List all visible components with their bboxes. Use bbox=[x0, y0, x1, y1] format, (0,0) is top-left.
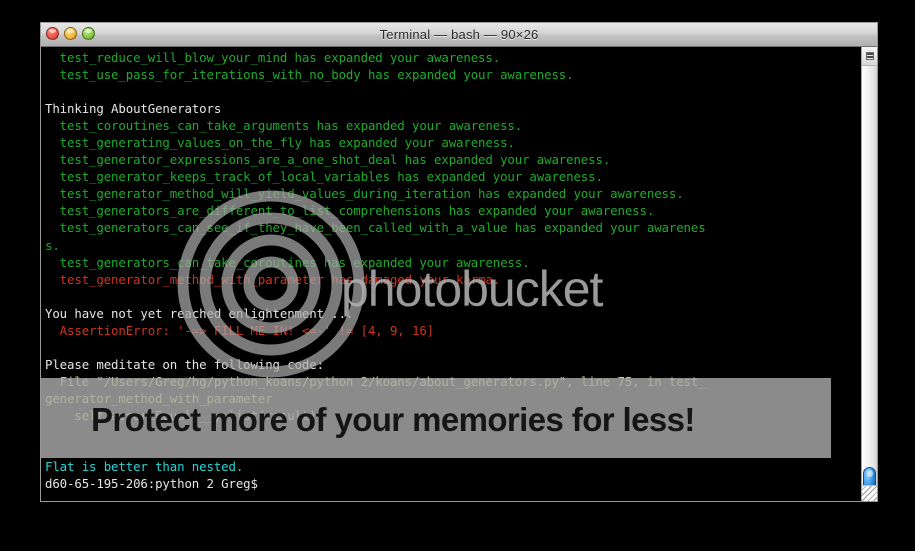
terminal-line: test_generators_can_take_coroutines has … bbox=[45, 254, 530, 270]
terminal-line: File "/Users/Greg/hg/python_koans/python… bbox=[45, 373, 706, 389]
terminal-line: test_reduce_will_blow_your_mind has expa… bbox=[45, 50, 501, 65]
terminal-output-area[interactable]: test_reduce_will_blow_your_mind has expa… bbox=[41, 47, 877, 501]
terminal-line: d60-65-195-206:python 2 Greg$ bbox=[45, 476, 258, 492]
scrollbar-mode-icon bbox=[865, 52, 874, 60]
terminal-window[interactable]: Terminal — bash — 90×26 test_reduce_will… bbox=[40, 22, 878, 502]
terminal-line: generator_method_with_parameter bbox=[45, 390, 273, 406]
terminal-line: test_generator_method_with_parameter has… bbox=[45, 271, 501, 287]
terminal-line: test_generators_can_see_if_they_have_bee… bbox=[45, 220, 706, 236]
terminal-line: test_generators_are_different_to_list_co… bbox=[45, 203, 655, 219]
terminal-line: Please meditate on the following code: bbox=[45, 356, 324, 372]
terminal-line: You have not yet reached enlightenment .… bbox=[45, 305, 354, 321]
window-controls bbox=[46, 27, 95, 40]
terminal-line: AssertionError: '-=> FILL ME IN! <=-' !=… bbox=[45, 322, 435, 338]
close-button[interactable] bbox=[46, 27, 59, 40]
terminal-line: test_coroutines_can_take_arguments has e… bbox=[45, 118, 523, 134]
terminal-line: test_generator_expressions_are_a_one_sho… bbox=[45, 152, 611, 168]
resize-grip[interactable] bbox=[862, 485, 877, 501]
terminal-line: test_use_pass_for_iterations_with_no_bod… bbox=[45, 67, 574, 83]
window-title: Terminal — bash — 90×26 bbox=[379, 27, 539, 42]
terminal-line: s. bbox=[45, 237, 60, 253]
terminal-line: test_generator_keeps_track_of_local_vari… bbox=[45, 169, 603, 185]
terminal-line: test_generating_values_on_the_fly has ex… bbox=[45, 135, 515, 151]
vertical-scrollbar[interactable] bbox=[861, 47, 877, 501]
terminal-line: Thinking AboutGenerators bbox=[45, 101, 222, 117]
zoom-button[interactable] bbox=[82, 27, 95, 40]
minimize-button[interactable] bbox=[64, 27, 77, 40]
terminal-text: test_reduce_will_blow_your_mind has expa… bbox=[45, 49, 861, 492]
terminal-line: self.assertEqual(__, list(result)) bbox=[45, 407, 324, 423]
terminal-line: test_generator_method_will_yield_values_… bbox=[45, 186, 684, 202]
terminal-line: Flat is better than nested. bbox=[45, 459, 244, 475]
scrollbar-mode-button[interactable] bbox=[862, 47, 877, 66]
window-title-bar[interactable]: Terminal — bash — 90×26 bbox=[41, 23, 877, 47]
